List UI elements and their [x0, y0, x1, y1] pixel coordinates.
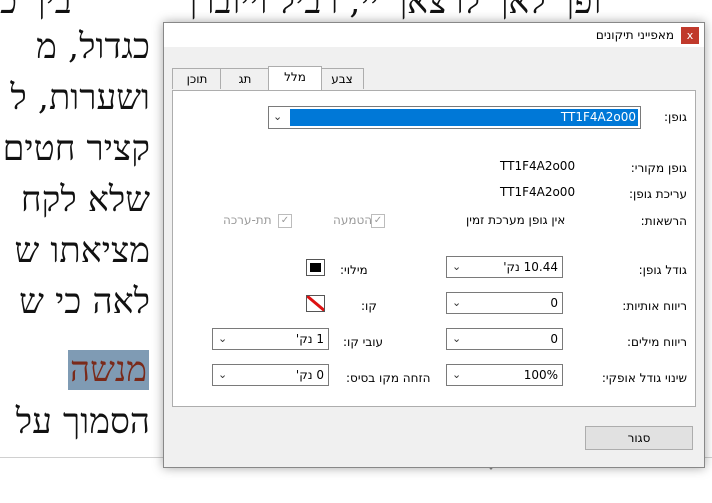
stroke-width-label: עובי קו: [343, 335, 384, 349]
word-spacing-dropdown[interactable]: ⌄ 0 [446, 328, 563, 350]
hscale-value: 100% [523, 368, 558, 382]
stroke-label: קו: [361, 299, 377, 313]
highlighted-word[interactable]: מנשה [68, 350, 150, 390]
chevron-down-icon: ⌄ [452, 368, 462, 381]
char-spacing-dropdown[interactable]: ⌄ 0 [446, 292, 563, 314]
char-spacing-value: 0 [550, 296, 558, 310]
document-line: ביך כ [0, 0, 72, 22]
chevron-down-icon: ⌄ [218, 368, 228, 381]
close-button[interactable]: סגור [585, 426, 693, 450]
edit-font-value: TT1F4A2o00 [500, 185, 576, 199]
hscale-dropdown[interactable]: ⌄ 100% [446, 364, 563, 386]
char-spacing-label: ריווח אותיות: [622, 299, 687, 313]
tab-bar: תוכן תג מלל צבע [164, 66, 704, 92]
document-line: שלא לקח [20, 180, 150, 220]
original-font-value: TT1F4A2o00 [500, 159, 576, 173]
tab-color[interactable]: צבע [320, 68, 364, 89]
stroke-width-dropdown[interactable]: ⌄ 1 נק' [212, 328, 329, 350]
chevron-down-icon: ⌄ [452, 296, 462, 309]
font-dropdown-value: TT1F4A2o00 [290, 109, 638, 126]
word-spacing-value: 0 [550, 332, 558, 346]
close-icon[interactable]: x [681, 27, 699, 44]
dialog-titlebar[interactable]: מאפייני תיקונים x [164, 23, 704, 47]
document-line: הסמוך על [15, 402, 150, 442]
properties-dialog: מאפייני תיקונים x תוכן תג מלל צבע גופן: … [163, 22, 705, 468]
permissions-value: אין גופן מערכת זמין [466, 213, 566, 227]
document-line: ושערות, ל [10, 78, 150, 118]
subset-checkbox[interactable]: ✓ [278, 214, 292, 228]
font-size-value: 10.44 נק' [503, 260, 558, 274]
tab-text[interactable]: מלל [268, 66, 322, 90]
dialog-title: מאפייני תיקונים [595, 28, 674, 42]
embed-label: הטמעה [333, 213, 373, 227]
edit-font-label: עריכת גופן: [628, 187, 687, 201]
text-tab-panel: גופן: ⌄ TT1F4A2o00 גופן מקורי: TT1F4A2o0… [172, 90, 696, 407]
word-spacing-label: ריווח מילים: [627, 335, 687, 349]
baseline-value: 0 נק' [295, 368, 324, 382]
document-line: קציר חטים [2, 129, 150, 169]
document-line: כגדול, מ [36, 27, 150, 67]
original-font-label: גופן מקורי: [630, 161, 687, 175]
chevron-down-icon: ⌄ [452, 260, 462, 273]
font-size-dropdown[interactable]: ⌄ 10.44 נק' [446, 256, 563, 278]
document-line: מציאתו ש [14, 231, 150, 271]
subset-label: תת-ערכה [223, 213, 272, 227]
font-label: גופן: [663, 110, 687, 124]
tab-tag[interactable]: תג [220, 68, 270, 89]
fill-color-swatch[interactable] [306, 259, 325, 276]
hscale-label: שינוי גודל אופקי: [601, 371, 687, 385]
chevron-down-icon: ⌄ [218, 332, 228, 345]
document-line: לאה כי ש [19, 282, 150, 322]
embed-checkbox[interactable]: ✓ [371, 214, 385, 228]
font-dropdown[interactable]: ⌄ TT1F4A2o00 [268, 106, 641, 129]
stroke-width-value: 1 נק' [295, 332, 324, 346]
stroke-color-swatch[interactable] [306, 295, 325, 312]
chevron-down-icon: ⌄ [273, 110, 283, 123]
baseline-label: הזחה מקו בסיס: [346, 371, 431, 385]
document-line: ופך לאך לרצאך יי, רביל וייוברך [180, 0, 602, 22]
chevron-down-icon: ⌄ [452, 332, 462, 345]
permissions-label: הרשאות: [640, 214, 687, 228]
baseline-dropdown[interactable]: ⌄ 0 נק' [212, 364, 329, 386]
fill-label: מילוי: [340, 263, 368, 277]
font-size-label: גודל גופן: [638, 263, 687, 277]
tab-content[interactable]: תוכן [172, 68, 222, 89]
